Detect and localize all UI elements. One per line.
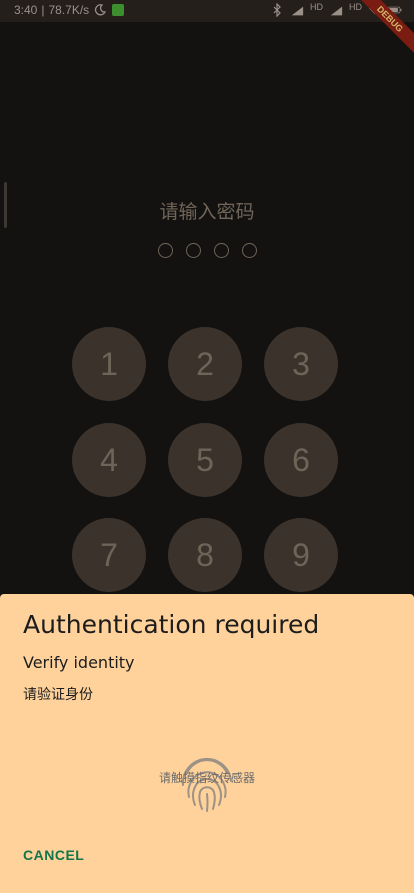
wifi-icon [368, 3, 382, 17]
pin-dot [241, 243, 257, 258]
signal-icon [290, 3, 304, 17]
key-7[interactable]: 7 [72, 518, 146, 592]
key-2[interactable]: 2 [168, 327, 242, 401]
key-8[interactable]: 8 [168, 518, 242, 592]
fingerprint-hint: 请触摸指纹传感器 [158, 771, 255, 785]
signal-label: HD [310, 2, 323, 12]
bluetooth-icon [270, 3, 284, 17]
signal-label: HD [349, 2, 362, 12]
key-4[interactable]: 4 [72, 423, 146, 497]
auth-title: Authentication required [23, 610, 320, 639]
status-time: 3:40 [14, 3, 38, 17]
moon-icon [93, 3, 107, 17]
status-speed: 78.7K/s [48, 3, 90, 17]
key-6[interactable]: 6 [264, 423, 338, 497]
cancel-button[interactable]: CANCEL [23, 847, 84, 863]
signal-icon [329, 3, 343, 17]
pin-dot [157, 243, 173, 258]
pin-indicator [0, 243, 414, 258]
key-5[interactable]: 5 [168, 423, 242, 497]
password-prompt: 请输入密码 [159, 201, 255, 223]
status-divider: | [41, 3, 45, 17]
key-1[interactable]: 1 [72, 327, 146, 401]
auth-sheet: Authentication required Verify identity … [0, 594, 414, 893]
auth-description: 请验证身份 [23, 687, 93, 703]
auth-subtitle: Verify identity [23, 653, 135, 672]
key-3[interactable]: 3 [264, 327, 338, 401]
pin-dot [185, 243, 201, 258]
status-bar-right: HD HD [270, 2, 402, 17]
pin-dot [213, 243, 229, 258]
status-bar: 3:40 | 78.7K/s HD HD [0, 0, 414, 22]
wechat-icon [111, 3, 125, 17]
battery-icon [388, 3, 402, 17]
status-bar-left: 3:40 | 78.7K/s [14, 3, 125, 17]
key-9[interactable]: 9 [264, 518, 338, 592]
